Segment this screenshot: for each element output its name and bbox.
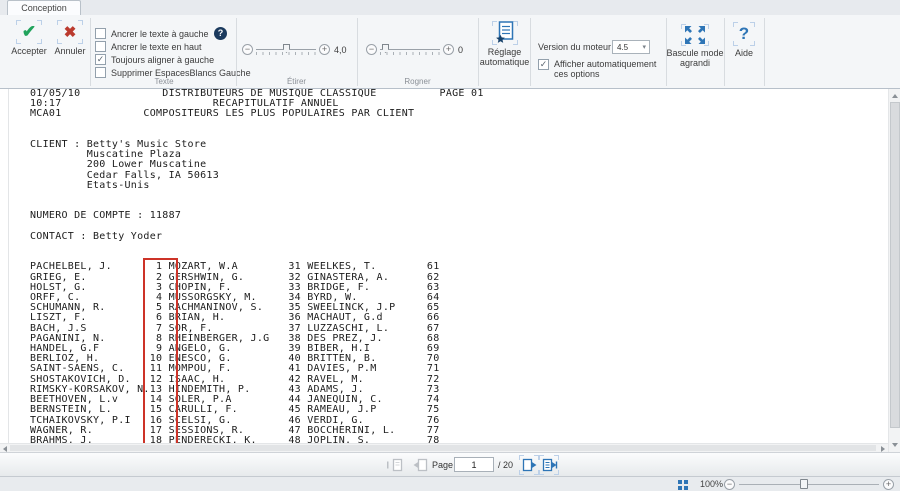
etirer-minus-button[interactable]: − [242,44,253,55]
cancel-button[interactable]: ✖ Annuler [50,20,90,56]
app-window: Conception ✔ Accepter ✖ Annuler Ancrer l… [0,0,900,491]
engine-version-value: 4.5 [617,43,628,52]
previous-page-icon [412,457,429,473]
group-label-texte: Texte [92,77,236,86]
checkbox-label: Afficher automatiquement ces options [554,59,666,79]
first-page-icon [386,457,403,473]
tab-bar: Conception [0,0,900,16]
checkbox-always-align-left[interactable]: ✓ Toujours aligner à gauche [95,54,214,65]
page-label: Page [432,460,453,470]
accept-label: Accepter [11,46,47,56]
zoom-out-button[interactable]: − [724,479,735,490]
rogner-value: 0 [458,45,463,55]
rogner-slider-track[interactable] [380,49,440,50]
checkbox-anchor-left[interactable]: Ancrer le texte à gauche [95,28,209,39]
group-label-rogner: Rogner [357,77,478,86]
checkbox-box[interactable] [95,28,106,39]
rogner-slider-ticks [380,52,440,55]
cancel-label: Annuler [54,46,85,56]
engine-version-label: Version du moteur : [538,42,616,52]
actual-size-icon[interactable] [678,480,688,490]
previous-page-button[interactable] [410,455,430,475]
document-star-icon [495,21,515,45]
auto-adjust-button[interactable]: Réglage automatique [479,21,530,67]
checkbox-box[interactable]: ✓ [538,59,549,70]
checkbox-show-options[interactable]: ✓ Afficher automatiquement ces options [538,59,666,79]
etirer-plus-button[interactable]: + [319,44,330,55]
last-page-button[interactable] [539,455,559,475]
group-separator [357,18,358,86]
help-icon[interactable]: ? [214,27,227,40]
rogner-minus-button[interactable]: − [366,44,377,55]
page-number-input[interactable] [454,457,494,472]
ribbon-toolbar: ✔ Accepter ✖ Annuler Ancrer le texte à g… [0,15,900,89]
horizontal-scrollbar-thumb[interactable] [10,445,876,451]
next-page-button[interactable] [519,455,539,475]
checkbox-anchor-top[interactable]: Ancrer le texte en haut [95,41,202,52]
red-cross-icon: ✖ [64,23,77,41]
chevron-down-icon: ▾ [642,41,646,54]
first-page-button[interactable] [384,455,404,475]
auto-adjust-label: Réglage automatique [479,47,530,67]
rogner-plus-button[interactable]: + [443,44,454,55]
expand-arrows-icon [684,25,706,45]
toggle-enlarged-mode-label: Bascule mode agrandi [666,48,724,68]
toggle-enlarged-mode-button[interactable]: Bascule mode agrandi [666,24,724,68]
scroll-up-icon[interactable] [892,94,898,98]
group-separator [236,18,237,86]
green-check-icon: ✔ [22,22,36,42]
aide-label: Aide [735,48,753,58]
checkbox-label: Toujours aligner à gauche [111,55,214,65]
vertical-scrollbar-thumb[interactable] [890,102,900,428]
checkbox-label: Supprimer EspacesBlancs Gauche [111,68,251,78]
pager-bar: Page / 20 [0,452,900,476]
checkbox-label: Ancrer le texte en haut [111,42,202,52]
zoom-slider-thumb[interactable] [800,479,808,489]
accept-button[interactable]: ✔ Accepter [6,20,52,56]
tab-conception[interactable]: Conception [7,0,81,16]
group-separator [764,18,765,86]
horizontal-scrollbar[interactable] [0,443,888,452]
scroll-down-icon[interactable] [892,443,898,447]
zoom-slider-track[interactable] [739,484,879,485]
checkbox-box[interactable] [95,41,106,52]
zoom-in-button[interactable]: + [883,479,894,490]
aide-button[interactable]: ? Aide [724,22,764,58]
zoom-level-label: 100% [700,479,723,489]
etirer-value: 4,0 [334,45,347,55]
checkbox-label: Ancrer le texte à gauche [111,29,209,39]
red-highlight-box [143,258,178,443]
engine-version-select[interactable]: 4.5 ▾ [612,40,650,54]
report-text: 01/05/10 DISTRIBUTEURS DE MUSIQUE CLASSI… [30,89,484,443]
checkbox-box[interactable]: ✓ [95,54,106,65]
group-label-etirer: Étirer [236,77,357,86]
status-bar: 100% − + [0,476,900,491]
etirer-slider-ticks [256,52,316,55]
question-mark-icon: ? [739,24,749,44]
group-separator [530,18,531,86]
next-page-icon [521,457,538,473]
report-preview-area[interactable]: 01/05/10 DISTRIBUTEURS DE MUSIQUE CLASSI… [0,89,888,443]
group-separator [90,18,91,86]
vertical-scrollbar[interactable] [888,89,900,452]
last-page-icon [541,457,558,473]
page-total-label: / 20 [498,460,513,470]
page-edge [8,89,9,443]
